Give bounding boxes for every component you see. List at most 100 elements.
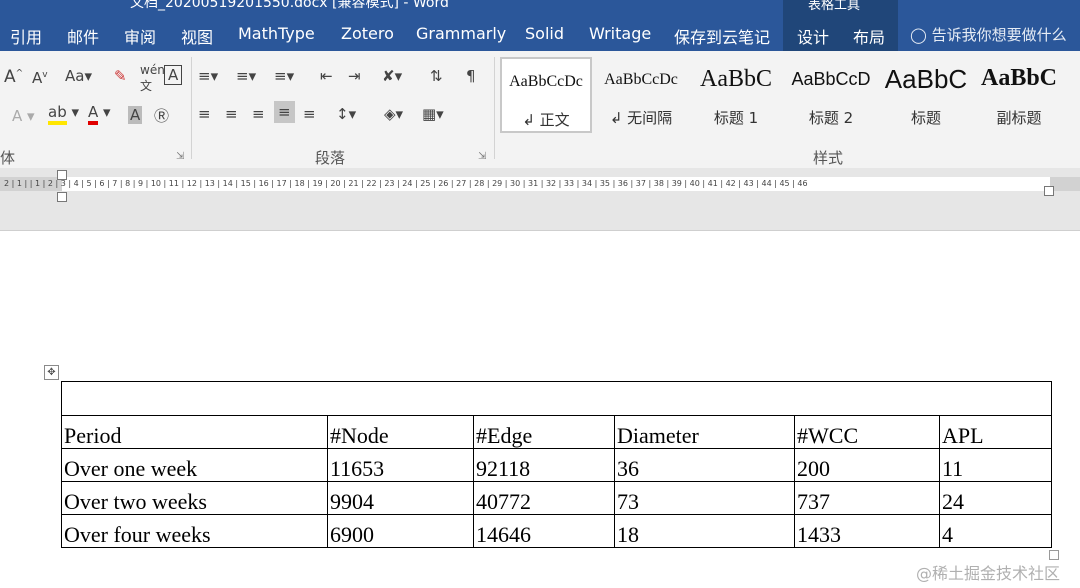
tab-references[interactable]: 引用 [10,24,42,48]
data-table: Period #Node #Edge Diameter #WCC APL Ove… [61,381,1052,548]
tell-me-search[interactable]: ◯ 告诉我你想要做什么 [910,24,1067,45]
style-heading-2[interactable]: AaBbCcD 标题 2 [785,57,877,133]
ribbon-tabs: 引用 邮件 审阅 视图 MathType Zotero Grammarly So… [0,20,1080,51]
ribbon: A^ Av Aa▾ ✎ wén 文 A A ▾ ab ▾ A ▾ A Ⓡ 体 ⇲ … [0,51,1080,169]
align-right-icon[interactable]: ≡ [252,105,265,123]
tab-design[interactable]: 设计 [797,24,829,48]
shading-icon[interactable]: ◈▾ [384,105,403,123]
horizontal-ruler[interactable]: 2 | 1 | | 1 | 2 | 3 | 4 | 5 | 6 | 7 | 8 … [0,177,1080,191]
show-marks-icon[interactable]: ¶ [466,67,476,85]
table-cell[interactable]: 18 [614,514,795,548]
table-cell[interactable]: 14646 [473,514,615,548]
paragraph-group-label: 段落 [315,149,346,167]
table-cell[interactable]: 24 [939,481,1052,515]
watermark: @稀土掘金技术社区 [916,564,1061,583]
paragraph-dialog-launcher-icon[interactable]: ⇲ [478,151,486,162]
character-shading-icon[interactable]: A [128,106,143,124]
table-move-handle-icon[interactable]: ✥ [44,365,59,380]
table-resize-handle[interactable] [1049,550,1059,560]
header-cell[interactable]: Period [61,415,328,449]
tab-mailings[interactable]: 邮件 [67,24,99,48]
enclose-characters-icon[interactable]: Ⓡ [154,105,169,126]
table-cell[interactable]: 4 [939,514,1052,548]
align-center-icon[interactable]: ≡ [225,105,238,123]
style-name: 标题 [910,109,941,127]
style-title[interactable]: AaBbC 标题 [880,57,972,133]
style-name: ↲ 无间隔 [609,109,673,127]
tab-save-to-cloud-notes[interactable]: 保存到云笔记 [674,24,770,48]
ruler-right-margin [1050,177,1080,191]
table-cell[interactable]: Over four weeks [61,514,328,548]
table-cell[interactable]: 73 [614,481,795,515]
table-cell[interactable]: 40772 [473,481,615,515]
header-cell[interactable]: #Node [327,415,474,449]
style-heading-1[interactable]: AaBbC 标题 1 [690,57,782,133]
tab-writage[interactable]: Writage [589,24,651,43]
line-spacing-icon[interactable]: ↕▾ [336,105,356,123]
increase-indent-icon[interactable]: ⇥ [348,67,361,85]
font-color-icon[interactable]: A ▾ [88,103,111,125]
grow-font-icon[interactable]: A^ [4,67,23,87]
table-cell[interactable]: 36 [614,448,795,482]
tab-layout[interactable]: 布局 [853,24,885,48]
table-cell[interactable]: Over two weeks [61,481,328,515]
shrink-font-icon[interactable]: Av [32,69,48,87]
font-dialog-launcher-icon[interactable]: ⇲ [176,151,184,162]
style-no-spacing[interactable]: AaBbCcDc ↲ 无间隔 [595,57,687,133]
tell-me-text: 告诉我你想要做什么 [931,26,1067,44]
align-left-icon[interactable]: ≡ [198,105,211,123]
decrease-indent-icon[interactable]: ⇤ [320,67,333,85]
table-cell[interactable]: 200 [794,448,940,482]
table-cell[interactable]: 92118 [473,448,615,482]
tab-review[interactable]: 审阅 [124,24,156,48]
style-sample: AaBbC [700,66,772,92]
borders-icon[interactable]: ▦▾ [422,105,444,123]
header-cell[interactable]: #Edge [473,415,615,449]
right-indent-marker[interactable] [1044,186,1054,196]
tab-solid[interactable]: Solid [525,24,564,43]
sort-icon[interactable]: ⇅ [430,67,443,85]
distributed-icon[interactable]: ≡ [303,105,316,123]
multilevel-list-icon[interactable]: ≡▾ [274,67,294,85]
header-cell[interactable]: Diameter [614,415,795,449]
phonetic-guide-icon[interactable]: wén 文 [140,63,165,94]
table-tools-label: 表格工具 [808,0,861,13]
table-cell[interactable]: 11 [939,448,1052,482]
style-name: 标题 2 [808,109,854,127]
style-normal[interactable]: AaBbCcDc ↲ 正文 [500,57,592,133]
first-line-indent-marker[interactable] [57,170,67,180]
lightbulb-icon: ◯ [910,26,927,44]
tab-grammarly[interactable]: Grammarly [416,24,506,43]
style-sample: AaBbC [884,64,968,94]
character-border-icon[interactable]: A [164,65,183,85]
justify-icon[interactable]: ≡ [274,101,295,123]
change-case-icon[interactable]: Aa▾ [65,67,92,85]
tab-view[interactable]: 视图 [181,24,213,48]
table-row: Over four weeks 6900 14646 18 1433 4 [61,514,1052,548]
style-name: 副标题 [996,109,1042,127]
text-effects-icon[interactable]: A ▾ [12,107,35,125]
table-row [61,381,1052,416]
numbering-icon[interactable]: ≡▾ [236,67,256,85]
tab-mathtype[interactable]: MathType [238,24,315,43]
table-cell[interactable]: 1433 [794,514,940,548]
table-header-row: Period #Node #Edge Diameter #WCC APL [61,415,1052,449]
style-subtitle[interactable]: AaBbC 副标题 [975,57,1063,133]
document-title: 文档_20200519201550.docx [兼容模式] - Word [130,0,449,11]
table-cell[interactable]: 737 [794,481,940,515]
clear-formatting-icon[interactable]: ✎ [114,67,127,85]
font-group-label: 体 [0,149,16,167]
bullets-icon[interactable]: ≡▾ [198,67,218,85]
styles-gallery: AaBbCcDc ↲ 正文 AaBbCcDc ↲ 无间隔 AaBbC 标题 1 … [498,57,1080,133]
table-cell[interactable]: 9904 [327,481,474,515]
table-cell[interactable]: Over one week [61,448,328,482]
left-indent-marker[interactable] [57,192,67,202]
highlight-icon[interactable]: ab ▾ [48,103,79,125]
asian-layout-icon[interactable]: ✘▾ [382,67,402,85]
header-cell[interactable]: #WCC [794,415,940,449]
header-cell[interactable]: APL [939,415,1052,449]
table-cell[interactable]: 6900 [327,514,474,548]
tab-zotero[interactable]: Zotero [341,24,394,43]
table-cell[interactable]: 11653 [327,448,474,482]
table-cell[interactable] [61,381,1052,416]
